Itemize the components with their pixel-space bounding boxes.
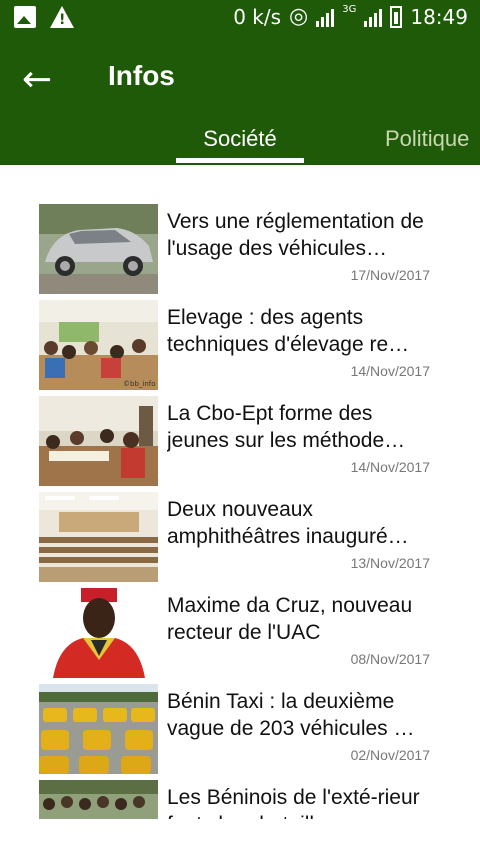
article-title: La Cbo-Ept forme des jeunes sur les méth… — [167, 402, 406, 452]
network-type: 3G — [342, 4, 357, 15]
battery-icon — [390, 5, 403, 28]
article-list[interactable]: Vers une réglementation de l'usage des v… — [0, 165, 480, 819]
list-item[interactable]: Vers une réglementation de l'usage des v… — [0, 204, 480, 300]
article-thumbnail — [39, 492, 158, 582]
list-item[interactable]: Maxime da Cruz, nouveau recteur de l'UAC… — [0, 588, 480, 684]
article-title: Deux nouveaux amphithéâtres inauguré… — [167, 498, 409, 548]
tab-indicator — [176, 158, 304, 163]
status-bar: ! 0 k/s ◎ 3G 18:49 — [0, 0, 480, 36]
article-title: Bénin Taxi : la deuxième vague de 203 vé… — [167, 690, 415, 740]
tab-societe[interactable]: Société — [176, 126, 304, 152]
article-thumbnail — [39, 204, 158, 294]
list-item[interactable]: ©bb_info Elevage : des agents techniques… — [0, 300, 480, 396]
back-arrow-icon[interactable]: ← — [22, 62, 52, 98]
article-title: Elevage : des agents techniques d'élevag… — [167, 306, 410, 356]
list-item[interactable]: Les Béninois de l'exté-rieur fonts leur … — [0, 780, 480, 819]
article-thumbnail — [39, 684, 158, 774]
list-item[interactable]: Deux nouveaux amphithéâtres inauguré… 13… — [0, 492, 480, 588]
app-bar: ← Infos Société Politique — [0, 36, 480, 165]
clock: 18:49 — [410, 4, 468, 29]
network-speed: 0 k/s — [233, 4, 282, 29]
article-title: Maxime da Cruz, nouveau recteur de l'UAC — [167, 594, 413, 644]
article-date: 14/Nov/2017 — [350, 363, 430, 379]
page-title: Infos — [108, 60, 175, 91]
article-title: Vers une réglementation de l'usage des v… — [167, 210, 424, 260]
article-thumbnail — [39, 588, 158, 678]
article-thumbnail — [39, 780, 158, 819]
list-item[interactable]: Bénin Taxi : la deuxième vague de 203 vé… — [0, 684, 480, 780]
signal-icon — [316, 7, 335, 27]
warning-icon: ! — [50, 6, 74, 28]
article-title: Les Béninois de l'exté-rieur fonts leur … — [167, 786, 420, 819]
list-item[interactable]: La Cbo-Ept forme des jeunes sur les méth… — [0, 396, 480, 492]
article-date: 13/Nov/2017 — [350, 555, 430, 571]
article-thumbnail: ©bb_info — [39, 300, 158, 390]
image-watermark: ©bb_info — [123, 380, 156, 388]
image-notification-icon — [14, 6, 36, 28]
article-date: 17/Nov/2017 — [350, 267, 430, 283]
signal-icon-2 — [364, 7, 383, 27]
article-date: 02/Nov/2017 — [350, 747, 430, 763]
hotspot-icon: ◎ — [289, 4, 309, 29]
article-date: 08/Nov/2017 — [350, 651, 430, 667]
tab-politique[interactable]: Politique — [385, 126, 469, 152]
article-date: 14/Nov/2017 — [350, 459, 430, 475]
article-thumbnail — [39, 396, 158, 486]
